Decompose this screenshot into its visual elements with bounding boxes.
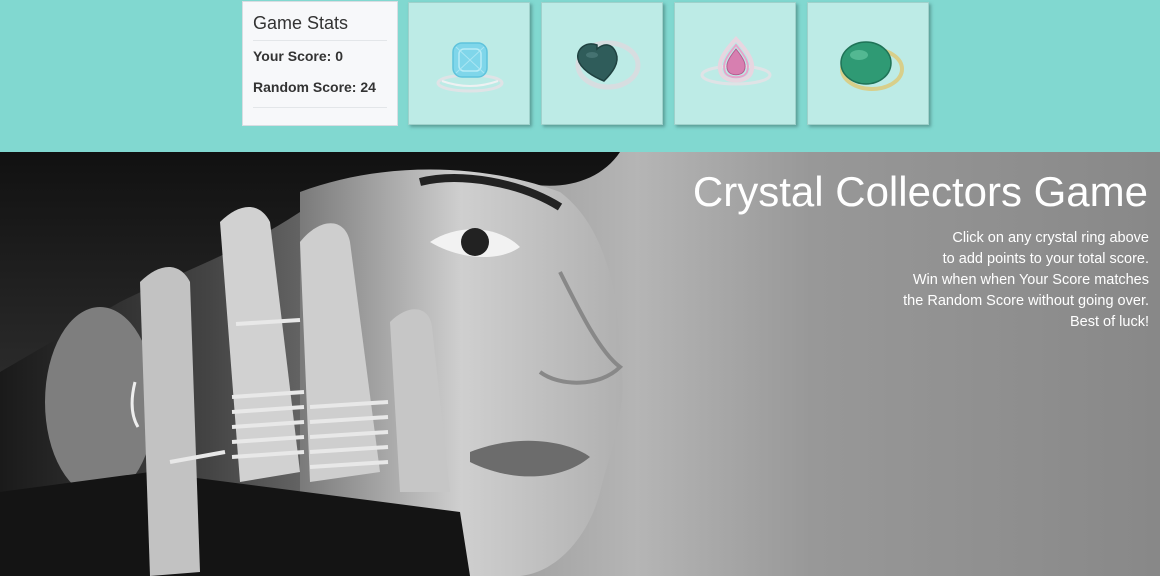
game-stats-panel: Game Stats Your Score: 0 Random Score: 2… (242, 1, 398, 126)
crystal-ring-2[interactable] (541, 2, 663, 125)
instruction-line-3: Win when when Your Score matches (912, 272, 1149, 288)
your-score: Your Score: 0 (253, 48, 343, 64)
dark-heart-ring-icon (575, 40, 641, 90)
crystal-ring-3[interactable] (674, 2, 796, 125)
instruction-line-4: the Random Score without going over. (903, 293, 1149, 309)
ring-stone (840, 41, 892, 85)
game-stats-title: Game Stats (253, 12, 387, 41)
blue-topaz-ring-icon (436, 42, 504, 93)
instruction-line-2: to add points to your total score. (942, 251, 1149, 267)
instruction-line-5: Best of luck! (1070, 314, 1149, 330)
crystal-ring-1[interactable] (408, 2, 530, 125)
instruction-line-1: Click on any crystal ring above (952, 230, 1149, 246)
random-score: Random Score: 24 (253, 79, 376, 95)
hero-instructions: Click on any crystal ring above to add p… (903, 228, 1149, 333)
green-cabochon-ring-icon (840, 41, 904, 91)
pink-pear-ring-icon (700, 36, 772, 86)
hero-title: Crystal Collectors Game (692, 168, 1148, 215)
stats-divider (253, 107, 387, 108)
crystal-ring-4[interactable] (807, 2, 929, 125)
